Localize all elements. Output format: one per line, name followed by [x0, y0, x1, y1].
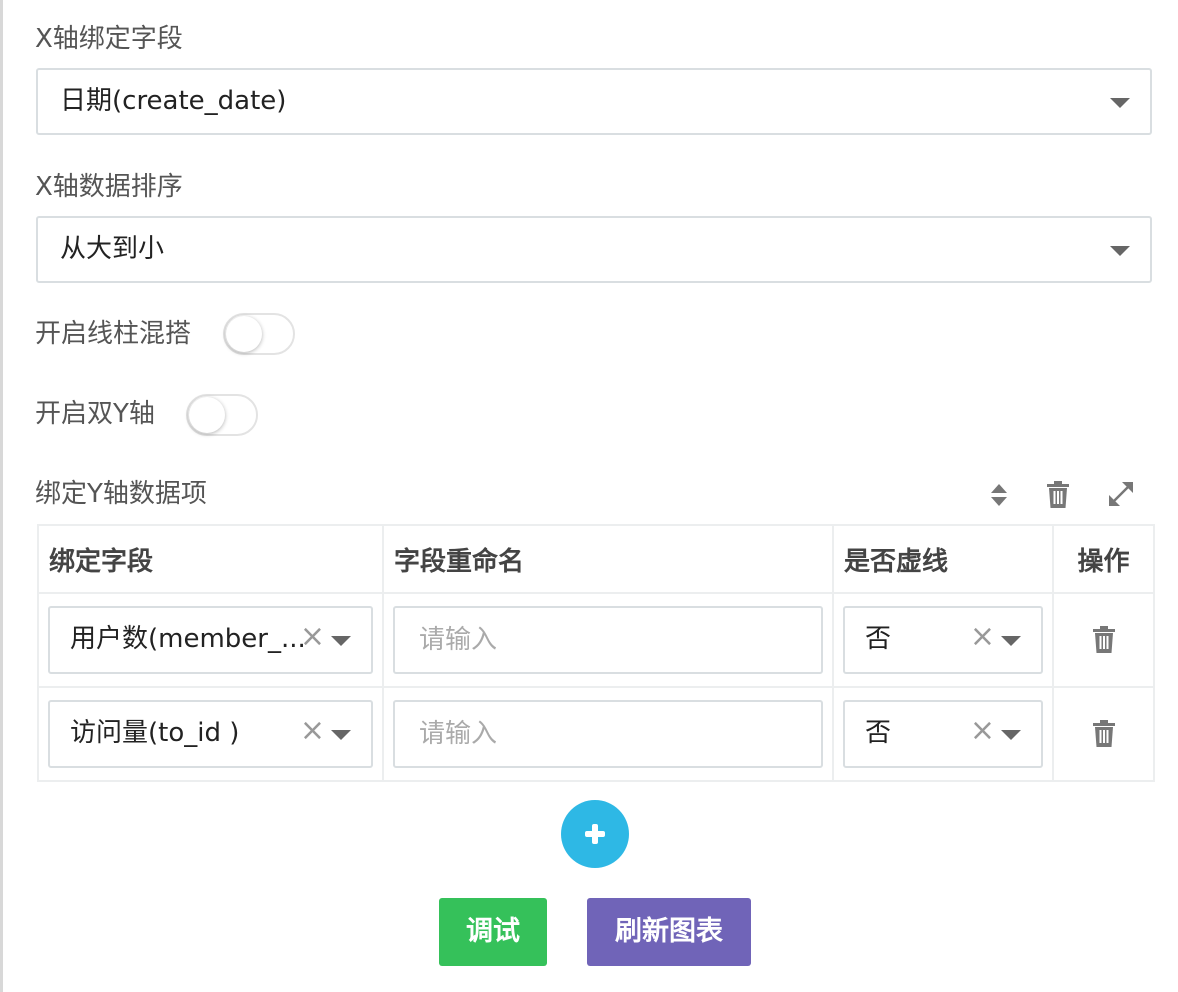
sort-icon[interactable]	[988, 482, 1010, 508]
debug-button[interactable]: 调试	[439, 898, 547, 966]
yaxis-section-title: 绑定Y轴数据项	[35, 479, 207, 509]
header-bind-field: 绑定字段	[37, 524, 384, 594]
header-dashed: 是否虚线	[832, 524, 1054, 594]
header-operation: 操作	[1052, 524, 1155, 594]
mix-toggle-switch[interactable]	[223, 313, 295, 355]
caret-down-icon	[331, 636, 351, 646]
dashed-select[interactable]: 否 ×	[843, 606, 1043, 674]
trash-icon[interactable]	[1046, 481, 1070, 509]
xaxis-sort-select[interactable]: 从大到小	[36, 216, 1152, 283]
field-cell: 用户数(member_... ×	[37, 592, 384, 688]
field-value: 用户数(member_...	[70, 624, 306, 654]
refresh-chart-button[interactable]: 刷新图表	[587, 898, 751, 966]
caret-down-icon	[1110, 246, 1130, 256]
dual-y-toggle-switch[interactable]	[186, 394, 258, 436]
dashed-cell: 否 ×	[832, 686, 1054, 782]
dashed-cell: 否 ×	[832, 592, 1054, 688]
field-select[interactable]: 访问量(to_id ) ×	[48, 700, 373, 768]
caret-down-icon	[1001, 730, 1021, 740]
clear-icon[interactable]: ×	[970, 716, 995, 746]
caret-down-icon	[331, 730, 351, 740]
table-row: 访问量(to_id ) × 否 ×	[37, 686, 1155, 782]
field-select[interactable]: 用户数(member_... ×	[48, 606, 373, 674]
dashed-value: 否	[865, 718, 892, 748]
switch-knob	[189, 397, 225, 433]
caret-down-icon	[1110, 98, 1130, 108]
clear-icon[interactable]: ×	[970, 622, 995, 652]
yaxis-table: 绑定字段 字段重命名 是否虚线 操作 用户数(member_... × 请输入 …	[37, 524, 1155, 782]
chart-config-panel: X轴绑定字段 日期(create_date) X轴数据排序 从大到小 开启线柱混…	[0, 0, 1178, 992]
caret-down-icon	[1001, 636, 1021, 646]
operation-cell	[1052, 686, 1155, 782]
trash-icon[interactable]	[1092, 626, 1116, 654]
header-rename: 字段重命名	[382, 524, 834, 594]
plus-icon-stroke	[592, 824, 598, 844]
xaxis-field-value: 日期(create_date)	[60, 86, 287, 116]
operation-cell	[1052, 592, 1155, 688]
mix-toggle-label: 开启线柱混搭	[35, 319, 192, 349]
xaxis-field-label: X轴绑定字段	[35, 24, 183, 54]
xaxis-sort-value: 从大到小	[60, 234, 165, 264]
dashed-value: 否	[865, 624, 892, 654]
dual-y-toggle-label: 开启双Y轴	[35, 399, 155, 429]
trash-icon[interactable]	[1092, 720, 1116, 748]
rename-input[interactable]	[393, 700, 823, 768]
field-cell: 访问量(to_id ) ×	[37, 686, 384, 782]
table-header-row: 绑定字段 字段重命名 是否虚线 操作	[37, 524, 1155, 594]
add-row-button[interactable]	[561, 800, 629, 868]
field-value: 访问量(to_id )	[70, 718, 240, 748]
dashed-select[interactable]: 否 ×	[843, 700, 1043, 768]
rename-input[interactable]	[393, 606, 823, 674]
clear-icon[interactable]: ×	[300, 716, 325, 746]
xaxis-sort-label: X轴数据排序	[35, 172, 183, 202]
table-row: 用户数(member_... × 否 ×	[37, 592, 1155, 688]
switch-knob	[226, 316, 262, 352]
clear-icon[interactable]: ×	[300, 622, 325, 652]
rename-cell	[382, 686, 834, 782]
rename-cell	[382, 592, 834, 688]
expand-icon[interactable]	[1108, 481, 1134, 507]
xaxis-field-select[interactable]: 日期(create_date)	[36, 68, 1152, 135]
